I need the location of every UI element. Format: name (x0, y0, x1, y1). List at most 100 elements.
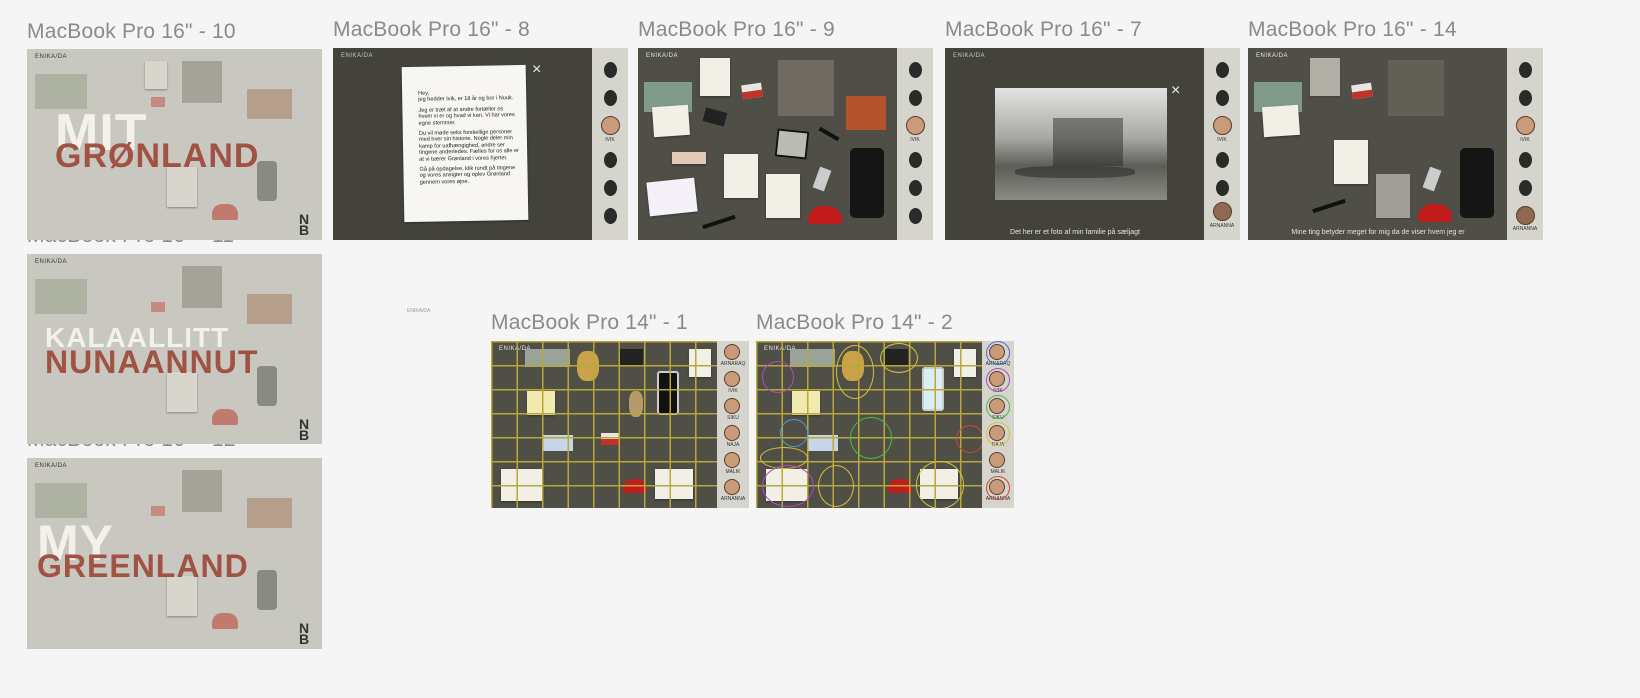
malik-avatar[interactable] (724, 452, 740, 468)
person-silhouette-icon[interactable] (909, 62, 922, 78)
ivik-avatar[interactable] (1516, 116, 1535, 135)
hotspot-ring[interactable] (762, 361, 794, 393)
usb-icon[interactable] (1422, 166, 1442, 192)
letter-card[interactable] (766, 174, 800, 218)
kayak-photo (247, 89, 292, 119)
close-icon[interactable]: × (1171, 83, 1180, 99)
hotspot-ring[interactable] (818, 465, 854, 507)
person-silhouette-icon[interactable] (909, 208, 922, 224)
note-card[interactable] (724, 154, 758, 198)
pen-icon[interactable] (1312, 198, 1346, 214)
frame-label-f7[interactable]: MacBook Pro 16" - 7 (945, 18, 1142, 42)
arnanna-avatar[interactable] (1213, 202, 1232, 221)
cassette-icon[interactable] (702, 107, 728, 127)
ivik-label: IVIK (910, 137, 920, 143)
arnanna-avatar[interactable] (724, 479, 740, 495)
frame-f12[interactable]: ENIKA/DA MY GREENLAND NB (27, 458, 322, 649)
hotspot-ring[interactable] (986, 395, 1010, 419)
cap-icon[interactable] (808, 206, 842, 224)
naja-avatar[interactable] (724, 425, 740, 441)
people-rail: IVIK (897, 48, 933, 240)
hotspot-ring[interactable] (780, 419, 808, 447)
phone-icon[interactable] (1460, 148, 1494, 218)
arnanna-avatar[interactable] (1516, 206, 1535, 225)
person-silhouette-icon[interactable] (1519, 90, 1532, 106)
hotspot-ring[interactable] (836, 345, 874, 399)
hunter-photo (182, 470, 222, 512)
frame-f7[interactable]: ENIKA/DA × Det her er et foto af min fam… (945, 48, 1240, 240)
person-silhouette-icon[interactable] (1216, 90, 1229, 106)
hotspot-ring[interactable] (850, 417, 892, 459)
person-silhouette-icon[interactable] (604, 152, 617, 168)
kayak-photo (247, 498, 292, 528)
frame-label-f14-1[interactable]: MacBook Pro 14" - 1 (491, 311, 688, 335)
hotspot-ring[interactable] (986, 476, 1010, 500)
frame-label-f9[interactable]: MacBook Pro 16" - 9 (638, 18, 835, 42)
drawing-card[interactable] (646, 177, 698, 217)
document-card[interactable] (1310, 58, 1340, 96)
hotspot-ring[interactable] (986, 341, 1010, 365)
cap-icon[interactable] (1418, 204, 1452, 222)
frame-label-f14[interactable]: MacBook Pro 16" - 14 (1248, 18, 1457, 42)
frame-f14-1[interactable]: ENIKA/DA ARNARAQ IVIK SIKU NAJA MALIK AR… (491, 341, 749, 508)
close-icon[interactable]: × (532, 62, 541, 78)
ivik-avatar[interactable] (906, 116, 925, 135)
ivik-avatar[interactable] (601, 116, 620, 135)
person-silhouette-icon[interactable] (1216, 152, 1229, 168)
hotspot-ring[interactable] (880, 343, 918, 373)
person-silhouette-icon[interactable] (909, 152, 922, 168)
ivik-avatar[interactable] (1213, 116, 1232, 135)
postcard[interactable] (651, 104, 691, 138)
frame-label-f10[interactable]: MacBook Pro 16" - 10 (27, 20, 236, 44)
person-silhouette-icon[interactable] (604, 62, 617, 78)
person-silhouette-icon[interactable] (604, 90, 617, 106)
frame-f14[interactable]: ENIKA/DA Mine ting betyder meget for mig… (1248, 48, 1543, 240)
hotspot-ring[interactable] (956, 425, 984, 453)
frame-f14-2[interactable]: ENIKA/DA ARNARAQ IVIK SIKU NAJA MALIK AR… (756, 341, 1014, 508)
person-silhouette-icon[interactable] (909, 90, 922, 106)
flag-icon[interactable] (1351, 82, 1373, 100)
hunter-photo[interactable] (778, 60, 834, 116)
person-silhouette-icon[interactable] (1519, 152, 1532, 168)
frame-label-f14-2[interactable]: MacBook Pro 14" - 2 (756, 311, 953, 335)
kayak-photo[interactable] (846, 96, 886, 130)
person-silhouette-icon[interactable] (1519, 180, 1532, 196)
ticket-card[interactable] (672, 152, 706, 164)
person-silhouette-icon[interactable] (909, 180, 922, 196)
hunter-photo[interactable] (1388, 60, 1444, 116)
hotspot-ring[interactable] (916, 461, 964, 508)
letter-card[interactable] (1376, 174, 1410, 218)
person-silhouette-icon[interactable] (1216, 62, 1229, 78)
pen-icon[interactable] (818, 126, 840, 142)
hotspot-ring[interactable] (986, 422, 1010, 446)
postcard[interactable] (1261, 104, 1301, 138)
layout-grid (491, 341, 749, 508)
note-card[interactable] (1334, 140, 1368, 184)
frame-f11[interactable]: ENIKA/DA KALAALLITT NUNAANNUT NB (27, 254, 322, 444)
frame-f8[interactable]: ENIKA/DA Hey, jeg hedder Ivik, er 18 år … (333, 48, 628, 240)
frame-f9[interactable]: ENIKA/DA IVIK (638, 48, 933, 240)
arnaraq-avatar[interactable] (724, 344, 740, 360)
person-silhouette-icon[interactable] (1216, 180, 1229, 196)
group-photo[interactable] (774, 128, 810, 160)
pen-icon[interactable] (702, 214, 736, 230)
person-silhouette-icon[interactable] (1519, 62, 1532, 78)
phone-icon (257, 366, 277, 406)
siku-avatar[interactable] (724, 398, 740, 414)
usb-icon[interactable] (812, 166, 832, 192)
photo-caption: Det her er et foto af min familie på sæl… (1010, 229, 1140, 236)
malik-avatar[interactable] (989, 452, 1005, 468)
document-card[interactable] (700, 58, 730, 96)
person-silhouette-icon[interactable] (604, 208, 617, 224)
hotspot-ring[interactable] (986, 368, 1010, 392)
hotspot-ring[interactable] (762, 465, 814, 507)
phone-icon[interactable] (850, 148, 884, 218)
frame-caption: Mine ting betyder meget for mig da de vi… (1291, 229, 1465, 236)
frame-label-f8[interactable]: MacBook Pro 16" - 8 (333, 18, 530, 42)
flag-icon[interactable] (741, 82, 763, 100)
title-line-2: GRØNLAND (55, 137, 260, 175)
ivik-avatar[interactable] (724, 371, 740, 387)
frame-f10[interactable]: ENIKA/DA MIT GRØNLAND NB (27, 49, 322, 240)
brand-logo: ENIKA/DA (646, 53, 679, 59)
person-silhouette-icon[interactable] (604, 180, 617, 196)
